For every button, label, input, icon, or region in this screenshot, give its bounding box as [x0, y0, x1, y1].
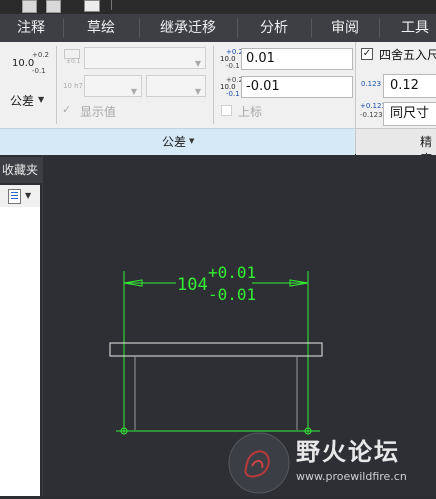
tolerance-icon-base: 10.0 — [12, 58, 35, 69]
list-view-icon[interactable] — [8, 189, 21, 204]
dimension-upper-tolerance[interactable]: +0.01 — [208, 263, 256, 282]
tab-review[interactable]: 审阅 — [312, 14, 378, 42]
tolerance-precision-dropdown[interactable]: 同尺寸 — [383, 102, 436, 126]
superscript-checkbox[interactable] — [221, 105, 232, 116]
close-window-icon[interactable] — [84, 0, 100, 12]
chevron-down-icon: ▼ — [38, 95, 45, 104]
decimal-places-input[interactable]: 0.12 — [383, 74, 436, 98]
tolerance-icon-upper: +0.2 — [32, 51, 49, 59]
tab-analysis[interactable]: 分析 — [238, 14, 310, 42]
limits-icon-label: ±0.1 — [66, 58, 81, 65]
toolbar-divider — [111, 0, 112, 10]
quick-access-toolbar — [0, 0, 436, 14]
tab-sketch[interactable]: 草绘 — [64, 14, 138, 42]
tab-legacy-migration[interactable]: 继承迁移 — [140, 14, 236, 42]
fit-grade-dropdown[interactable]: ▼ — [146, 75, 206, 97]
watermark-logo — [228, 432, 290, 494]
limits-tolerance-icon: ±0.1 — [62, 49, 82, 67]
panel-title-favorites[interactable]: 收藏夹 — [0, 157, 42, 183]
lower-tolerance-icon: +0.2 10.0 -0.1 — [220, 76, 243, 98]
superscript-label: 上标 — [238, 105, 263, 119]
lower-tolerance-input[interactable]: -0.01 — [241, 76, 353, 98]
chevron-down-icon: ▼ — [130, 87, 137, 96]
ribbon-divider — [56, 46, 57, 124]
part-top-flange[interactable] — [109, 342, 323, 357]
watermark-text: 野火论坛 — [296, 438, 400, 466]
panel-body — [0, 207, 40, 496]
show-value-label: 显示值 — [80, 105, 117, 119]
chevron-down-icon[interactable]: ▼ — [25, 191, 31, 200]
save-icon[interactable] — [22, 0, 37, 13]
copy-icon[interactable] — [46, 0, 61, 13]
fit-class-icon-label: 10 h7 — [63, 82, 84, 90]
upper-tolerance-input[interactable]: 0.01 — [241, 48, 353, 70]
chevron-down-icon: ▼ — [194, 59, 201, 68]
chevron-down-icon: ▼ — [194, 87, 201, 96]
dimension-lower-tolerance[interactable]: -0.01 — [208, 285, 256, 304]
upper-tolerance-icon: +0.2 10.0 -0.1 — [220, 48, 243, 70]
tab-tools[interactable]: 工具 — [380, 14, 436, 42]
panel-toolbar: ▼ — [0, 185, 40, 207]
show-value-checkbox[interactable]: ✓ — [62, 104, 74, 116]
tolerance-icon-lower: -0.1 — [32, 67, 46, 75]
ribbon-divider — [213, 46, 214, 124]
tolerance-button-label: 公差 — [10, 94, 35, 108]
chevron-down-icon: ▼ — [189, 137, 195, 145]
rounding-checkbox[interactable]: ✓ — [361, 48, 373, 60]
tolerance-button[interactable]: 10.0 +0.2 -0.1 公差 ▼ — [4, 46, 50, 116]
tab-annotate[interactable]: 注释 — [0, 14, 62, 42]
tolerance-precision-icon: +0.123 -0.123 — [360, 102, 386, 119]
watermark-url: www.proewildfire.cn — [296, 470, 407, 483]
tolerance-table-dropdown[interactable]: ▼ — [84, 47, 206, 69]
rounding-label: 四舍五入尺寸 — [379, 48, 436, 62]
fit-class-dropdown[interactable]: ▼ — [84, 75, 142, 97]
watermark: 野火论坛 www.proewildfire.cn — [226, 430, 436, 496]
dimension-nominal[interactable]: 104 — [177, 275, 208, 295]
decimal-places-icon: 0.123 — [361, 80, 382, 88]
tolerance-group-title: 公差 — [162, 135, 187, 149]
